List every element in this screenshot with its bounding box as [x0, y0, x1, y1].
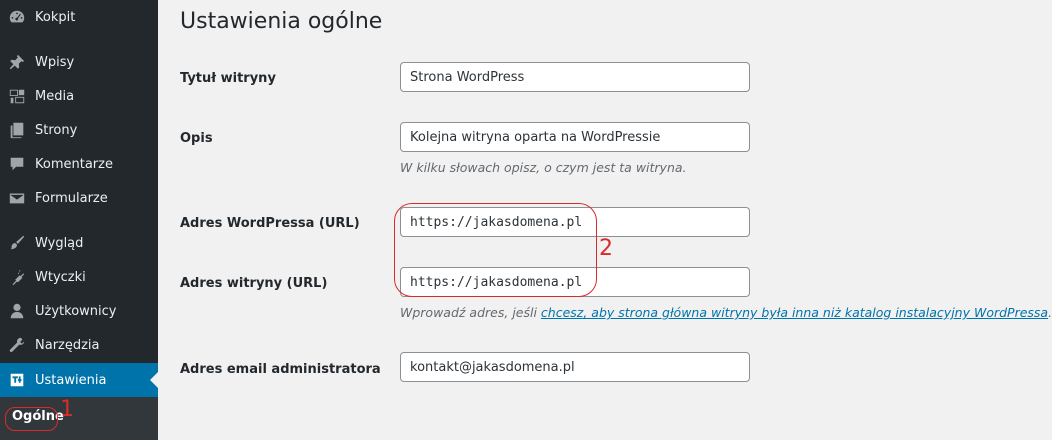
comment-icon	[7, 154, 27, 174]
admin-email-label: Adres email administratora	[180, 362, 381, 377]
sidebar-item-label: Wtyczki	[35, 269, 86, 285]
sidebar-item-label: Wygląd	[35, 235, 84, 251]
dashboard-icon	[7, 7, 27, 27]
sidebar-item-wtyczki[interactable]: Wtyczki	[0, 260, 158, 294]
site-title-label: Tytuł witryny	[180, 71, 276, 86]
sidebar-item-narzedzia[interactable]: Narzędzia	[0, 328, 158, 362]
pages-icon	[7, 120, 27, 140]
media-icon	[7, 86, 27, 106]
tagline-description: W kilku słowach opisz, o czym jest ta wi…	[400, 160, 687, 175]
sidebar-item-label: Użytkownicy	[35, 303, 117, 319]
mail-icon	[7, 188, 27, 208]
page-title: Ustawienia ogólne	[180, 9, 383, 34]
annotation-box-1	[5, 407, 58, 431]
sidebar-item-komentarze[interactable]: Komentarze	[0, 147, 158, 181]
sidebar-item-label: Wpisy	[35, 54, 75, 70]
site-title-input[interactable]: Strona WordPress	[400, 62, 750, 92]
site-address-description-suffix: .	[1048, 305, 1052, 320]
sidebar-item-label: Formularze	[35, 190, 108, 206]
sidebar-item-label: Ustawienia	[35, 372, 107, 388]
tagline-input[interactable]: Kolejna witryna oparta na WordPressie	[400, 122, 750, 152]
sidebar-item-wyglad[interactable]: Wygląd	[0, 226, 158, 260]
sidebar-item-uzytkownicy[interactable]: Użytkownicy	[0, 294, 158, 328]
plugin-icon	[7, 267, 27, 287]
sidebar-item-label: Komentarze	[35, 156, 113, 172]
sidebar-item-formularze[interactable]: Formularze	[0, 181, 158, 215]
annotation-number-2: 2	[599, 236, 613, 261]
sidebar-item-kokpit[interactable]: Kokpit	[0, 0, 158, 34]
sidebar-item-label: Narzędzia	[35, 337, 100, 353]
annotation-number-1: 1	[60, 397, 74, 422]
admin-email-input[interactable]: kontakt@jakasdomena.pl	[400, 352, 750, 382]
annotation-box-2	[394, 203, 597, 297]
pin-icon	[7, 52, 27, 72]
site-address-description-prefix: Wprowadź adres, jeśli	[400, 305, 541, 320]
sidebar-item-label: Kokpit	[35, 9, 76, 25]
site-address-description: Wprowadź adres, jeśli chcesz, aby strona…	[400, 305, 1052, 320]
tagline-label: Opis	[180, 131, 213, 146]
sidebar-item-media[interactable]: Media	[0, 79, 158, 113]
sidebar-item-wpisy[interactable]: Wpisy	[0, 45, 158, 79]
wp-address-label: Adres WordPressa (URL)	[180, 216, 360, 231]
site-address-help-link[interactable]: chcesz, aby strona główna witryny była i…	[541, 305, 1048, 320]
paintbrush-icon	[7, 233, 27, 253]
sidebar-item-label: Strony	[35, 122, 78, 138]
site-address-label: Adres witryny (URL)	[180, 276, 328, 291]
user-icon	[7, 301, 27, 321]
wrench-icon	[7, 335, 27, 355]
sidebar-item-ustawienia[interactable]: Ustawienia	[0, 363, 158, 397]
sidebar-item-label: Media	[35, 88, 75, 104]
sidebar-item-strony[interactable]: Strony	[0, 113, 158, 147]
admin-sidebar: Kokpit Wpisy Media Strony Komentarze For…	[0, 0, 158, 440]
settings-icon	[7, 370, 27, 390]
